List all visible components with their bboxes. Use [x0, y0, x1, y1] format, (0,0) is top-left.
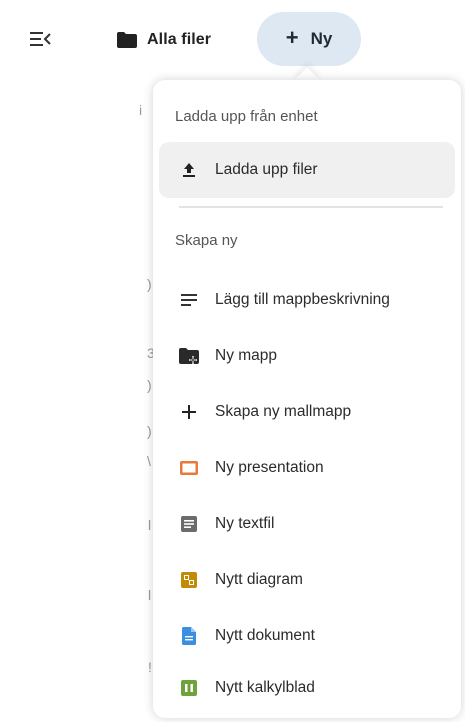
- background-fragment: ): [147, 423, 152, 439]
- new-spreadsheet-item[interactable]: Nytt kalkylblad: [159, 660, 455, 716]
- spreadsheet-icon: [179, 678, 199, 698]
- breadcrumb-all-files[interactable]: Alla filer: [117, 26, 211, 54]
- text-lines-icon: [179, 290, 199, 310]
- presentation-icon: [179, 458, 199, 478]
- add-folder-description-item[interactable]: Lägg till mappbeskrivning: [159, 272, 455, 328]
- document-icon: [179, 626, 199, 646]
- new-menu-popover: Ladda upp från enhet Ladda upp filer Ska…: [153, 80, 461, 718]
- textfile-icon: [179, 514, 199, 534]
- menu-item-label: Nytt kalkylblad: [215, 679, 315, 696]
- background-fragment: l: [148, 587, 152, 603]
- upload-files-item[interactable]: Ladda upp filer: [159, 142, 455, 198]
- upload-icon: [179, 160, 199, 180]
- plus-icon: +: [285, 25, 299, 50]
- menu-item-label: Nytt diagram: [215, 571, 303, 588]
- background-fragment: i: [139, 102, 143, 118]
- new-template-folder-item[interactable]: Skapa ny mallmapp: [159, 384, 455, 440]
- background-fragment: l: [148, 517, 152, 533]
- menu-item-label: Nytt dokument: [215, 627, 315, 644]
- menu-divider: [179, 206, 443, 208]
- breadcrumb-label: Alla filer: [147, 31, 212, 48]
- background-fragment: \: [147, 453, 151, 469]
- background-fragment: ): [147, 276, 152, 292]
- menu-item-label: Ny mapp: [215, 347, 278, 364]
- upload-files-label: Ladda upp filer: [215, 161, 318, 178]
- folder-plus-icon: [179, 346, 199, 366]
- background-fragment: !: [148, 659, 152, 675]
- folder-icon: [117, 32, 137, 48]
- new-button-label: Ny: [310, 29, 333, 48]
- upload-section-title: Ladda upp från enhet: [175, 108, 318, 125]
- new-button[interactable]: + Ny: [257, 12, 361, 66]
- new-diagram-item[interactable]: Nytt diagram: [159, 552, 455, 608]
- create-section-title: Skapa ny: [175, 232, 238, 249]
- menu-collapse-icon: [30, 32, 51, 46]
- menu-item-label: Lägg till mappbeskrivning: [215, 291, 390, 308]
- new-document-item[interactable]: Nytt dokument: [159, 608, 455, 664]
- plus-icon: [179, 402, 199, 422]
- menu-item-label: Ny textfil: [215, 515, 275, 532]
- new-presentation-item[interactable]: Ny presentation: [159, 440, 455, 496]
- files-page: Alla filer + Ny i ) 3 ) ) \ l l ! Ladda …: [0, 0, 465, 722]
- new-folder-item[interactable]: Ny mapp: [159, 328, 455, 384]
- diagram-icon: [179, 570, 199, 590]
- menu-item-label: Ny presentation: [215, 459, 324, 476]
- background-fragment: ): [147, 377, 152, 393]
- navigation-toggle-button[interactable]: [30, 30, 52, 48]
- new-textfile-item[interactable]: Ny textfil: [159, 496, 455, 552]
- menu-item-label: Skapa ny mallmapp: [215, 403, 352, 420]
